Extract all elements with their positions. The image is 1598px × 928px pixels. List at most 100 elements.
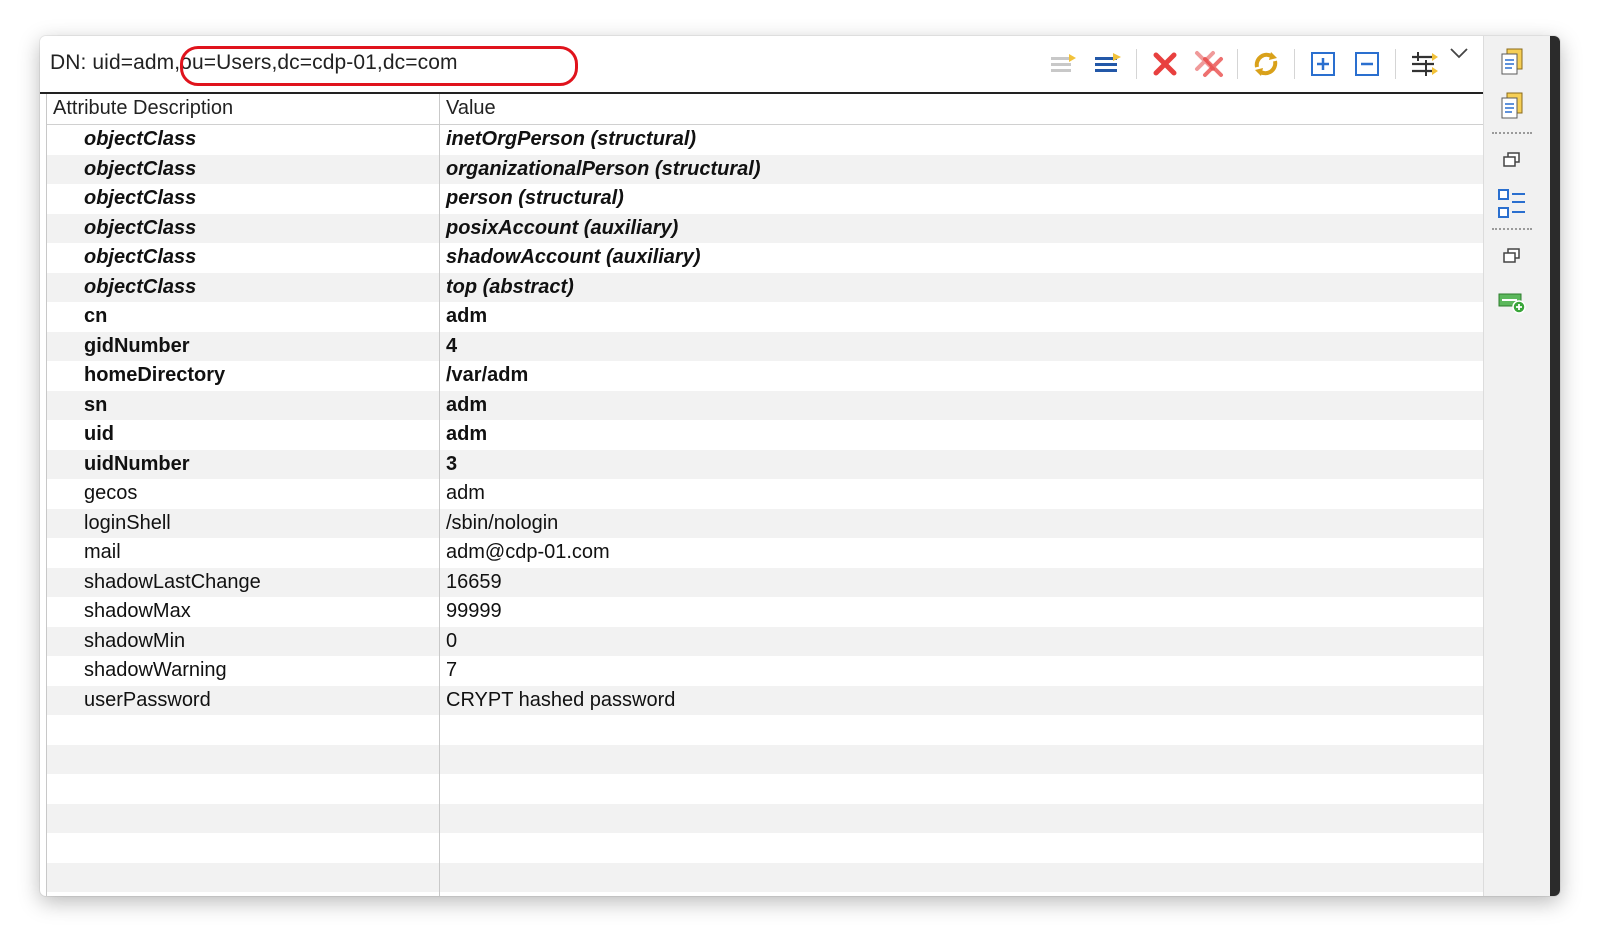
attribute-value-cell[interactable]: /sbin/nologin xyxy=(446,512,558,535)
add-entry-button[interactable] xyxy=(1484,284,1540,320)
attribute-value-cell[interactable]: organizationalPerson (structural) xyxy=(446,158,761,181)
attribute-name-cell: shadowMin xyxy=(84,629,186,652)
attribute-name-cell: objectClass xyxy=(84,128,197,150)
column-header-attribute[interactable]: Attribute Description xyxy=(53,97,233,120)
attribute-name-cell: sn xyxy=(84,393,108,416)
table-row[interactable]: homeDirectory/var/adm xyxy=(47,361,1483,391)
table-row[interactable]: objectClass inetOrgPerson (structural) xyxy=(47,125,1483,155)
attribute-value-cell[interactable]: 99999 xyxy=(446,600,502,623)
table-row[interactable]: shadowLastChange 16659 xyxy=(47,567,1483,597)
refresh-button[interactable] xyxy=(1248,46,1284,82)
table-row[interactable]: objectClass top (abstract) xyxy=(47,272,1483,302)
column-divider[interactable] xyxy=(439,94,440,896)
toolbar-separator xyxy=(1294,49,1295,79)
side-separator xyxy=(1492,132,1532,134)
toolbar-separator xyxy=(1136,49,1137,79)
restore-button[interactable] xyxy=(1484,142,1540,178)
attribute-value-cell[interactable]: CRYPT hashed password xyxy=(446,689,675,712)
expand-all-icon xyxy=(1311,52,1335,76)
attribute-value-cell[interactable]: top (abstract) xyxy=(446,276,574,299)
attribute-value-cell[interactable]: person (structural) xyxy=(446,187,624,210)
attribute-value-cell[interactable]: adm xyxy=(446,305,487,328)
table-row[interactable]: uidNumber 3 xyxy=(47,449,1483,479)
attribute-name-cell: shadowMax xyxy=(84,600,191,622)
attribute-name-cell: objectClass xyxy=(84,275,197,298)
table-row[interactable]: mail adm@cdp-01.com xyxy=(47,538,1483,568)
table-row[interactable]: gecos adm xyxy=(47,479,1483,509)
attribute-value-cell[interactable]: 16659 xyxy=(446,571,502,594)
properties-alt-icon xyxy=(1501,92,1523,119)
editor-toolbar xyxy=(1038,46,1472,82)
table-row[interactable]: objectClass person (structural) xyxy=(47,184,1483,214)
attribute-name-cell: objectClass xyxy=(84,216,197,239)
attribute-name-cell: uid xyxy=(84,423,114,445)
attribute-value-cell[interactable]: inetOrgPerson (structural) xyxy=(446,128,696,151)
delete-icon xyxy=(1153,52,1177,76)
delete-all-button[interactable] xyxy=(1191,46,1227,82)
table-row[interactable] xyxy=(47,744,1483,774)
table-row[interactable] xyxy=(47,774,1483,804)
attribute-name-cell: homeDirectory xyxy=(84,364,226,386)
attribute-value-cell[interactable]: adm xyxy=(446,394,487,417)
table-row[interactable]: objectClass posixAccount (auxiliary) xyxy=(47,213,1483,243)
attribute-value-cell[interactable]: /var/adm xyxy=(446,364,528,387)
collapse-all-icon xyxy=(1355,52,1379,76)
dn-bar: DN: uid=adm,ou=Users,dc=cdp-01,dc=com xyxy=(40,36,1484,94)
table-row[interactable]: shadowWarning 7 xyxy=(47,656,1483,686)
side-separator xyxy=(1492,228,1532,230)
attribute-name-cell: shadowWarning xyxy=(84,659,227,681)
table-row[interactable]: cn adm xyxy=(47,302,1483,332)
attribute-value-cell[interactable]: shadowAccount (auxiliary) xyxy=(446,246,701,269)
attribute-value-cell[interactable]: adm@cdp-01.com xyxy=(446,541,610,564)
collapse-all-button[interactable] xyxy=(1349,46,1385,82)
attribute-value-cell[interactable]: posixAccount (auxiliary) xyxy=(446,217,678,240)
table-row[interactable]: sn adm xyxy=(47,390,1483,420)
window-edge xyxy=(1550,36,1560,896)
expand-all-button[interactable] xyxy=(1305,46,1341,82)
toolbar-separator xyxy=(1237,49,1238,79)
table-row[interactable] xyxy=(47,862,1483,892)
properties-alt-button[interactable] xyxy=(1484,88,1540,124)
properties-button[interactable] xyxy=(1484,44,1540,80)
table-row[interactable]: gidNumber 4 xyxy=(47,331,1483,361)
attribute-name-cell: loginShell xyxy=(84,511,171,534)
filter-button[interactable] xyxy=(1406,46,1442,82)
table-row[interactable] xyxy=(47,803,1483,833)
delete-all-icon xyxy=(1195,51,1223,77)
attribute-value-cell[interactable]: 7 xyxy=(446,659,457,682)
outline-icon xyxy=(1498,189,1525,218)
new-attribute-button[interactable] xyxy=(1090,46,1126,82)
dn-prefix: DN: uid=adm xyxy=(50,51,175,74)
dn-highlight-annotation xyxy=(180,46,578,86)
restore-icon xyxy=(1503,152,1520,167)
attribute-value-cell[interactable]: 4 xyxy=(446,335,457,358)
attributes-table: Attribute Description Value objectClass i… xyxy=(46,94,1485,896)
table-row[interactable]: userPassword CRYPT hashed password xyxy=(47,685,1483,715)
attribute-name-cell: objectClass xyxy=(84,187,197,209)
table-row[interactable]: shadowMax 99999 xyxy=(47,597,1483,627)
entry-editor-window: DN: uid=adm,ou=Users,dc=cdp-01,dc=com At… xyxy=(40,36,1560,896)
column-header-value[interactable]: Value xyxy=(446,97,496,120)
table-row[interactable]: objectClass shadowAccount (auxiliary) xyxy=(47,243,1483,273)
table-row[interactable] xyxy=(47,833,1483,863)
table-row[interactable]: uid adm xyxy=(47,420,1483,450)
table-row[interactable]: loginShell/sbin/nologin xyxy=(47,508,1483,538)
attribute-name-cell: mail xyxy=(84,541,121,563)
attribute-value-cell[interactable]: 3 xyxy=(446,453,457,476)
delete-button[interactable] xyxy=(1147,46,1183,82)
restore-icon xyxy=(1503,248,1520,263)
table-row[interactable]: objectClass organizationalPerson (structu… xyxy=(47,154,1483,184)
table-row[interactable]: shadowMin 0 xyxy=(47,626,1483,656)
view-menu-button[interactable] xyxy=(1446,46,1472,82)
attribute-value-cell[interactable]: 0 xyxy=(446,630,457,653)
new-value-button[interactable] xyxy=(1046,46,1082,82)
table-body: objectClass inetOrgPerson (structural) obj… xyxy=(47,125,1483,892)
table-row[interactable] xyxy=(47,715,1483,745)
outline-button[interactable] xyxy=(1484,186,1540,222)
attribute-value-cell[interactable]: adm xyxy=(446,482,485,505)
restore-button-2[interactable] xyxy=(1484,238,1540,274)
attribute-value-cell[interactable]: adm xyxy=(446,423,487,446)
attribute-name-cell: cn xyxy=(84,305,108,327)
view-menu-icon xyxy=(1450,48,1468,59)
attribute-name-cell: uidNumber xyxy=(84,452,190,475)
